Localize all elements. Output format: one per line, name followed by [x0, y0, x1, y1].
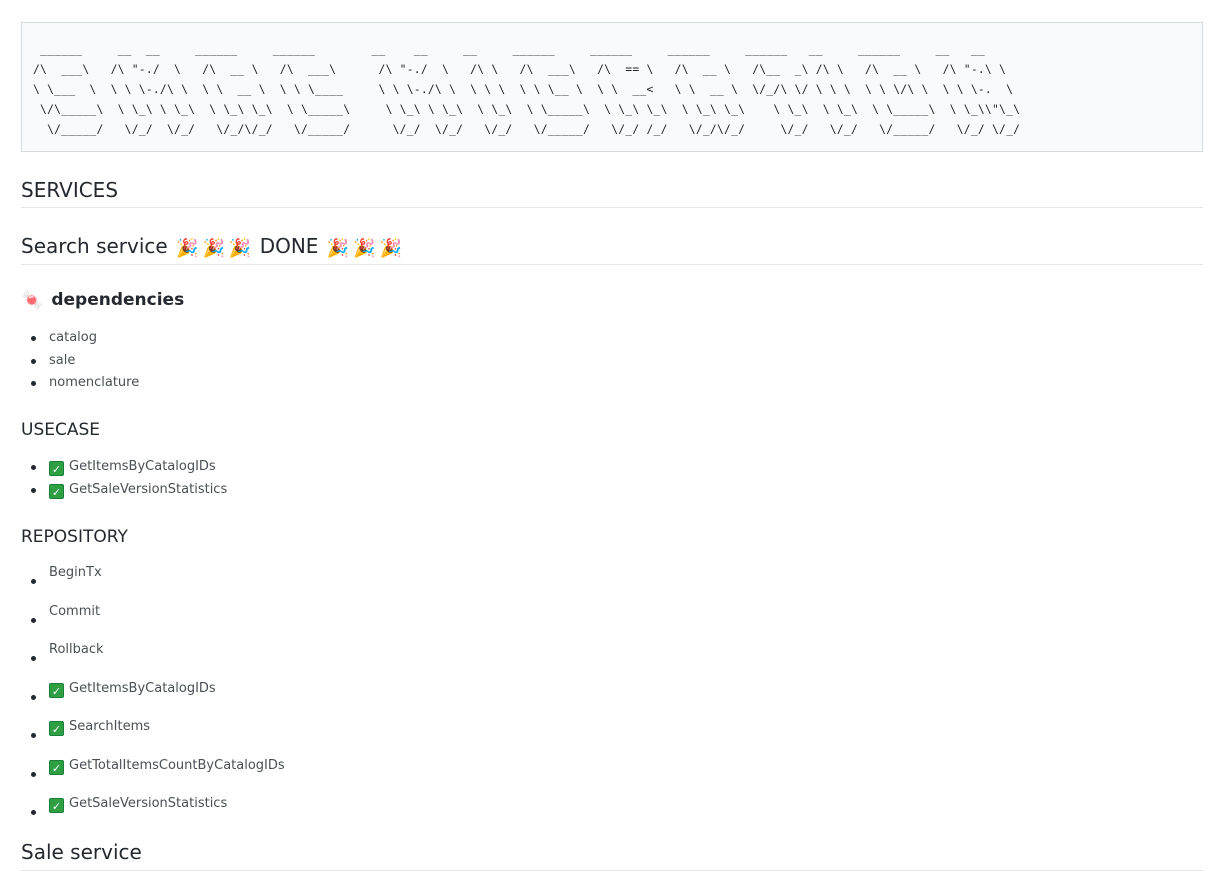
repository-method: BeginTx — [49, 565, 102, 580]
party-icon: 🎉 — [176, 238, 199, 259]
services-heading: SERVICES — [21, 178, 119, 202]
list-item: ✓ SearchItems — [21, 716, 285, 755]
search-service-heading: Search service 🎉 🎉 🎉 DONE 🎉 🎉 🎉 — [21, 233, 404, 262]
check-icon: ✓ — [49, 721, 64, 736]
dependency-name: sale — [49, 352, 76, 368]
repository-method: Commit — [49, 603, 101, 619]
search-service-divider — [21, 264, 1203, 265]
list-item: sale — [21, 350, 139, 373]
check-icon: ✓ — [49, 461, 64, 476]
dependencies-heading: 🍬 dependencies — [21, 288, 184, 313]
ascii-banner-block: ______ __ __ ______ ______ __ __ __ ____… — [21, 22, 1203, 152]
search-service-title: Search service — [21, 234, 168, 258]
sale-service-divider — [21, 870, 1203, 871]
repository-method: GetTotalItemsCountByCatalogIDs — [69, 757, 285, 773]
ascii-banner-text: ______ __ __ ______ ______ __ __ __ ____… — [33, 43, 1021, 136]
list-item: ✓ GetTotalItemsCountByCatalogIDs — [21, 755, 285, 794]
usecase-name: GetSaleVersionStatistics — [69, 481, 228, 497]
party-icon: 🎉 — [202, 238, 225, 259]
dependencies-list: catalog sale nomenclature — [21, 327, 139, 395]
repository-method: Rollback — [49, 642, 104, 657]
party-icon: 🎉 — [326, 238, 350, 259]
check-icon: ✓ — [49, 483, 64, 499]
party-icon: 🎉 — [228, 238, 252, 259]
usecase-name: GetItemsByCatalogIDs — [69, 459, 216, 474]
repository-method: SearchItems — [69, 719, 151, 734]
list-item: ✓ GetItemsByCatalogIDs — [21, 678, 285, 717]
check-icon: ✓ — [49, 759, 64, 775]
list-item: nomenclature — [21, 372, 139, 395]
usecase-heading: USECASE — [21, 420, 101, 440]
repository-method: GetItemsByCatalogIDs — [69, 680, 216, 696]
usecase-list: ✓ GetItemsByCatalogIDs ✓ GetSaleVersionSta… — [21, 456, 227, 501]
list-item: ✓ GetSaleVersionStatistics — [21, 793, 285, 832]
done-label: DONE — [259, 234, 319, 258]
sale-service-heading: Sale service — [21, 840, 142, 864]
dependency-name: catalog — [49, 330, 97, 345]
check-icon: ✓ — [49, 798, 64, 813]
repository-method: GetSaleVersionStatistics — [69, 796, 228, 811]
dependency-name: nomenclature — [49, 375, 140, 390]
list-item: ✓ GetItemsByCatalogIDs — [21, 456, 227, 479]
party-icon: 🎉 — [353, 238, 376, 259]
check-icon: ✓ — [49, 682, 64, 698]
readme-document: ______ __ __ ______ ______ __ __ __ ____… — [21, 22, 1203, 871]
list-item: ✓BeginTx — [21, 562, 285, 601]
party-icon: 🎉 — [379, 238, 403, 259]
services-divider — [21, 207, 1203, 208]
list-item: catalog — [21, 327, 139, 350]
dependencies-title: dependencies — [51, 290, 185, 310]
list-item: ✓Commit — [21, 601, 285, 640]
repository-list: ✓BeginTx ✓Commit ✓Rollback ✓GetItemsByCa… — [21, 562, 285, 832]
candy-icon: 🍬 — [21, 290, 44, 311]
list-item: ✓ GetSaleVersionStatistics — [21, 479, 227, 502]
list-item: ✓Rollback — [21, 639, 285, 678]
repository-heading: REPOSITORY — [21, 527, 128, 547]
